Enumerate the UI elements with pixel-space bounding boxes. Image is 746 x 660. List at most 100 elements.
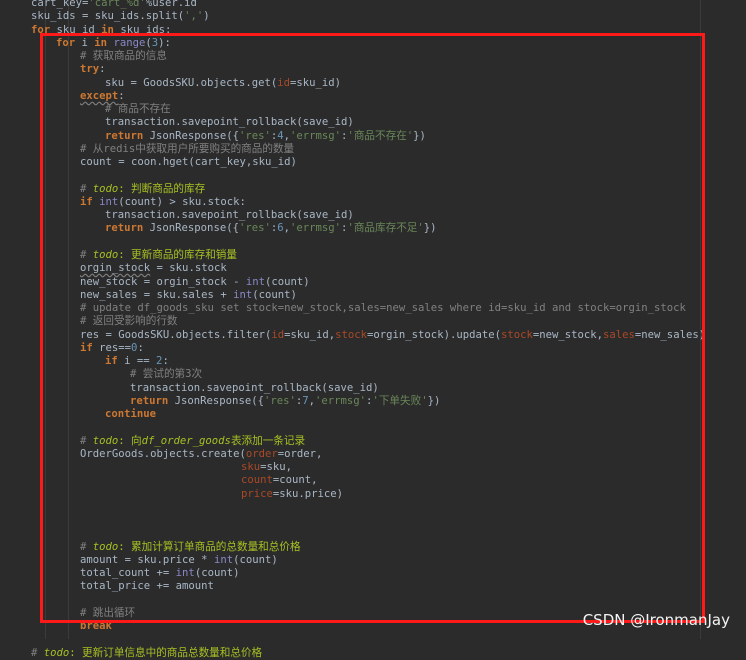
code-token: total_price += amount bbox=[80, 580, 214, 593]
code-line[interactable]: new_sales = sku.sales + int(count) bbox=[80, 289, 297, 302]
code-token: int bbox=[245, 275, 265, 288]
code-line[interactable]: break bbox=[80, 620, 112, 633]
code-line[interactable]: # 商品不存在 bbox=[105, 103, 171, 116]
code-line[interactable]: if res==0: bbox=[80, 342, 144, 355]
code-token: int bbox=[233, 288, 253, 301]
code-token: ): bbox=[158, 36, 171, 49]
code-line[interactable]: sku = GoodsSKU.objects.get(id=sku_id) bbox=[105, 77, 341, 90]
code-token: int bbox=[175, 567, 195, 580]
code-line[interactable]: return JsonResponse({'res':4,'errmsg':'商… bbox=[105, 130, 426, 143]
code-line[interactable]: return JsonResponse({'res':7,'errmsg':'下… bbox=[130, 395, 440, 408]
code-token: int bbox=[99, 195, 119, 208]
code-token: # bbox=[80, 182, 93, 195]
indent-guide bbox=[45, 0, 46, 639]
code-token: in bbox=[101, 23, 114, 36]
code-line[interactable]: cart_key='cart_%d'%user.id bbox=[31, 0, 197, 10]
code-line[interactable]: sku=sku, bbox=[241, 461, 292, 474]
code-token: id bbox=[277, 76, 290, 89]
indent-guide bbox=[68, 0, 69, 639]
code-token: OrderGoods.objects.create( bbox=[80, 447, 246, 460]
code-line[interactable]: # todo: 更新订单信息中的商品总数量和总价格 bbox=[31, 647, 262, 660]
code-line[interactable]: # 从redis中获取用户所要购买的商品的数量 bbox=[80, 143, 294, 156]
code-line[interactable]: # todo: 更新商品的库存和销量 bbox=[80, 249, 237, 262]
code-line[interactable]: price=sku.price) bbox=[241, 488, 343, 501]
code-line[interactable]: OrderGoods.objects.create(order=order, bbox=[80, 448, 322, 461]
code-token: transaction.savepoint_rollback(save_id) bbox=[130, 381, 379, 394]
right-margin-guide bbox=[700, 0, 701, 639]
code-token: =count, bbox=[272, 474, 318, 487]
code-line[interactable]: count = coon.hget(cart_key,sku_id) bbox=[80, 156, 297, 169]
code-token: : bbox=[137, 341, 144, 354]
code-token: = sku.stock bbox=[150, 262, 227, 275]
code-token: return bbox=[105, 129, 144, 142]
code-line[interactable]: count=count, bbox=[241, 474, 318, 487]
code-token: JsonResponse({ bbox=[143, 129, 239, 142]
code-token: new_sales = sku.sales + bbox=[80, 288, 234, 301]
code-line[interactable]: for sku_id in sku_ids: bbox=[31, 24, 171, 37]
code-token: i == bbox=[117, 355, 157, 367]
code-line[interactable]: try: bbox=[80, 63, 106, 76]
code-line[interactable]: return JsonResponse({'res':6,'errmsg':'商… bbox=[105, 222, 437, 235]
code-token: sku_id bbox=[50, 23, 102, 36]
code-token: }) bbox=[427, 394, 441, 407]
code-line[interactable]: for i in range(3): bbox=[56, 37, 171, 50]
code-token: for bbox=[56, 36, 76, 49]
code-line[interactable]: continue bbox=[105, 408, 156, 421]
code-token: # bbox=[31, 646, 44, 659]
code-token: continue bbox=[105, 408, 157, 421]
code-line[interactable]: # 返回受影响的行数 bbox=[80, 315, 178, 328]
code-token: : bbox=[118, 89, 125, 102]
code-line[interactable]: sku_ids = sku_ids.split(',') bbox=[31, 10, 210, 23]
code-line[interactable]: orgin_stock = sku.stock bbox=[80, 262, 227, 275]
code-line[interactable]: transaction.savepoint_rollback(save_id) bbox=[105, 116, 354, 129]
code-token: res== bbox=[92, 341, 132, 354]
code-token: sku_ids = sku_ids.split( bbox=[31, 10, 185, 23]
code-token: }) bbox=[423, 222, 437, 235]
code-token: : 向 bbox=[118, 434, 142, 447]
code-line[interactable]: total_count += int(count) bbox=[80, 567, 239, 580]
code-token: amount = sku.price * bbox=[80, 553, 214, 566]
code-token: : 更新商品的库存和销量 bbox=[118, 248, 237, 261]
code-line[interactable]: amount = sku.price * int(count) bbox=[80, 554, 278, 567]
code-token: =new_sales) bbox=[634, 328, 706, 341]
code-line[interactable]: transaction.savepoint_rollback(save_id) bbox=[130, 382, 379, 395]
code-token: for bbox=[31, 23, 51, 36]
code-token: # 返回受影响的行数 bbox=[80, 315, 178, 328]
code-line[interactable]: # todo: 向df_order_goods表添加一条记录 bbox=[80, 435, 305, 448]
code-token: break bbox=[80, 620, 112, 633]
code-token: try bbox=[80, 63, 100, 76]
code-line[interactable]: transaction.savepoint_rollback(save_id) bbox=[105, 209, 354, 222]
code-token: # 商品不存在 bbox=[105, 103, 171, 116]
code-token: =sku.price) bbox=[272, 487, 344, 500]
code-token: todo bbox=[92, 248, 119, 261]
code-token: new_stock = orgin_stock - bbox=[80, 275, 246, 288]
code-token: =order, bbox=[277, 447, 323, 460]
code-token: todo bbox=[92, 182, 119, 195]
code-line[interactable]: new_stock = orgin_stock - int(count) bbox=[80, 276, 310, 289]
code-token: : bbox=[162, 355, 169, 367]
code-line[interactable]: # todo: 判断商品的库存 bbox=[80, 183, 205, 196]
code-token: sku bbox=[241, 461, 261, 474]
code-line[interactable]: # 尝试的第3次 bbox=[130, 368, 202, 381]
code-line[interactable]: # update df_goods_sku set stock=new_stoc… bbox=[80, 302, 686, 315]
code-line[interactable]: # todo: 累加计算订单商品的总数量和总价格 bbox=[80, 541, 301, 554]
code-token: cart_key= bbox=[31, 0, 89, 9]
code-line[interactable]: if i == 2: bbox=[105, 355, 169, 368]
code-token: 'res' bbox=[238, 222, 271, 235]
code-token: if bbox=[80, 341, 93, 354]
code-token: # 从redis中获取用户所要购买的商品的数量 bbox=[80, 142, 295, 155]
code-token: =sku, bbox=[260, 461, 293, 474]
code-token: stock bbox=[500, 328, 533, 341]
code-token: in bbox=[94, 36, 108, 49]
code-token: total_count += bbox=[80, 567, 176, 580]
code-line[interactable]: # 跳出循环 bbox=[80, 607, 135, 620]
code-line[interactable]: except: bbox=[80, 90, 125, 103]
code-line[interactable]: res = GoodsSKU.objects.filter(id=sku_id,… bbox=[80, 329, 705, 342]
code-line[interactable]: if int(count) > sku.stock: bbox=[80, 196, 246, 209]
code-token: stock bbox=[335, 328, 368, 341]
code-token: JsonResponse({ bbox=[168, 394, 264, 407]
code-line[interactable]: total_price += amount bbox=[80, 580, 214, 593]
code-line[interactable]: # 获取商品的信息 bbox=[80, 50, 167, 63]
code-token: transaction.savepoint_rollback(save_id) bbox=[105, 209, 354, 222]
code-token: orgin_stock bbox=[80, 262, 151, 275]
